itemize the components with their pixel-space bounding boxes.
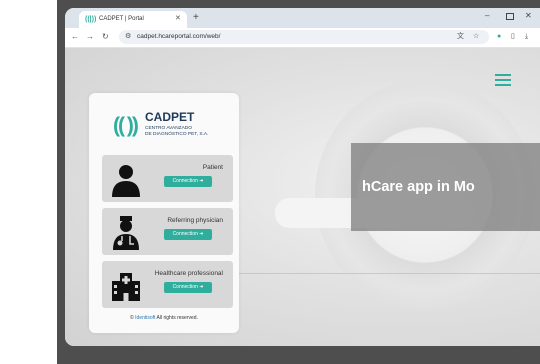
cadpet-logo-icon: (( )) [113,114,139,137]
logo-name: CADPET [145,110,195,124]
tab-close-icon[interactable]: ✕ [175,14,181,24]
banner-text: hCare app in Mo [362,179,475,195]
minimize-icon[interactable]: – [485,11,489,21]
tab-strip: ((|)) CADPET | Portal ✕ + – ✕ [65,8,540,28]
reload-icon[interactable]: ↻ [102,31,109,43]
download-icon[interactable]: ⤓ [525,32,528,42]
copyright-footer: © Identisoft All rights reserved. [89,315,239,322]
extension-icon[interactable]: ● [497,32,501,42]
rights-text: All rights reserved. [156,315,198,321]
background-floor [215,273,540,274]
person-icon [112,165,140,197]
healthcare-professional-connection-button[interactable]: Connection ➜ [164,282,212,293]
identisoft-link[interactable]: Identisoft [135,315,155,321]
referring-physician-connection-button[interactable]: Connection ➜ [164,229,212,240]
browser-window: ((|)) CADPET | Portal ✕ + – ✕ ← → ↻ ⚙ ca… [65,8,540,346]
forward-icon[interactable]: → [86,31,94,43]
promo-banner: hCare app in Mo [351,143,540,231]
extensions-puzzle-icon[interactable]: ▯ [511,32,515,42]
login-card: (( )) CADPET CENTRO AVANZADO DE DIAGNÓST… [89,93,239,333]
hospital-icon [112,273,140,301]
address-bar[interactable]: ⚙ cadpet.hcareportal.com/web/ 文 ☆ [119,30,489,44]
back-icon[interactable]: ← [71,31,79,43]
logo-subtitle-line2: DE DIAGNÓSTICO PET, S.A. [145,132,209,137]
browser-toolbar: ← → ↻ ⚙ cadpet.hcareportal.com/web/ 文 ☆ … [65,28,540,48]
browser-tab[interactable]: ((|)) CADPET | Portal ✕ [79,11,187,28]
tab-title: CADPET | Portal [99,16,144,22]
portal-page: hCare app in Mo (( )) CADPET CENTRO AVAN… [65,48,540,346]
translate-icon[interactable]: 文 [457,32,464,42]
new-tab-icon[interactable]: + [193,12,199,23]
healthcare-professional-label: Healthcare professional [154,270,223,277]
maximize-icon[interactable] [506,13,514,20]
patient-label: Patient [202,164,223,171]
window-close-icon[interactable]: ✕ [525,11,532,21]
referring-physician-option[interactable]: Referring physician Connection ➜ [102,208,233,255]
copyright-symbol: © [130,315,134,321]
site-info-icon[interactable]: ⚙ [125,32,131,42]
patient-connection-button[interactable]: Connection ➜ [164,176,212,187]
doctor-icon [113,216,139,250]
patient-option[interactable]: Patient Connection ➜ [102,155,233,202]
favicon-icon: ((|)) [85,16,97,23]
logo-subtitle: CENTRO AVANZADO DE DIAGNÓSTICO PET, S.A. [145,126,208,138]
url-text: cadpet.hcareportal.com/web/ [137,33,221,40]
healthcare-professional-option[interactable]: Healthcare professional Connection ➜ [102,261,233,308]
menu-icon[interactable] [495,74,511,86]
bookmark-star-icon[interactable]: ☆ [473,32,479,42]
referring-physician-label: Referring physician [167,217,223,224]
